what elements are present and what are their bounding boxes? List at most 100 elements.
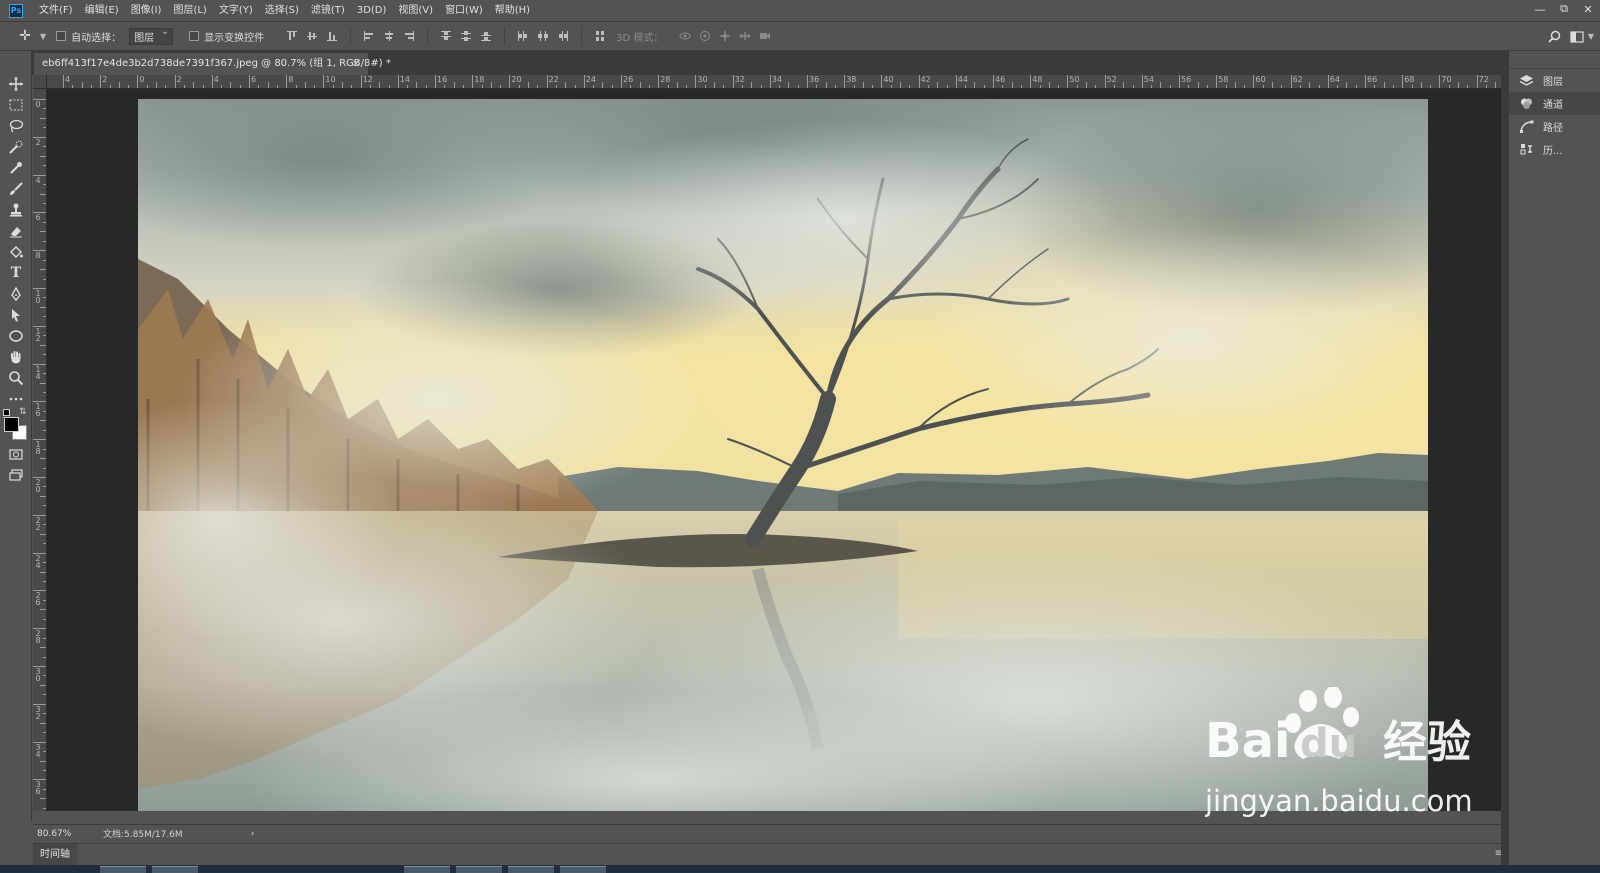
workspace-switcher-icon[interactable] <box>1566 26 1588 48</box>
menu-select[interactable]: 选择(S) <box>259 0 305 22</box>
ruler-minor-tick <box>342 82 343 88</box>
marquee-tool-icon[interactable] <box>0 94 32 115</box>
ruler-tick <box>1179 75 1180 88</box>
menu-3d[interactable]: 3D(D) <box>351 0 393 22</box>
chevron-down-icon[interactable]: ▼ <box>1588 32 1594 41</box>
move-tool-preset-icon[interactable]: ✛ <box>10 25 40 47</box>
ruler-minor-tick <box>43 580 46 582</box>
zoom-tool-icon[interactable] <box>0 367 32 388</box>
ruler-minor-tick <box>43 146 46 148</box>
menu-layer[interactable]: 图层(L) <box>167 0 212 22</box>
vertical-ruler[interactable]: 0 2 4 6 8 10 12 14 16 18 20 22 24 26 28 30 32 34 36 <box>33 89 47 811</box>
status-menu-chevron-icon[interactable]: › <box>251 829 255 839</box>
ruler-minor-tick <box>1299 85 1301 88</box>
panel-grip[interactable] <box>1509 51 1600 69</box>
menu-type[interactable]: 文字(Y) <box>213 0 259 22</box>
align-top-icon[interactable] <box>282 27 302 45</box>
eyedropper-tool-icon[interactable] <box>0 157 32 178</box>
ruler-minor-tick <box>40 117 46 119</box>
ruler-minor-tick <box>890 85 892 88</box>
ruler-minor-tick <box>43 732 46 734</box>
3d-camera-icon[interactable] <box>755 27 775 45</box>
close-icon[interactable]: ✕ <box>1576 0 1600 18</box>
3d-slide-icon[interactable] <box>735 27 755 45</box>
quick-mask-icon[interactable] <box>0 443 32 464</box>
pen-tool-icon[interactable] <box>0 283 32 304</box>
distribute-bottom-icon[interactable] <box>476 27 496 45</box>
quick-selection-tool-icon[interactable] <box>0 136 32 157</box>
menu-filter[interactable]: 滤镜(T) <box>305 0 351 22</box>
taskbar-button[interactable] <box>100 866 146 873</box>
menu-edit[interactable]: 编辑(E) <box>79 0 125 22</box>
3d-pan-icon[interactable] <box>715 27 735 45</box>
menu-help[interactable]: 帮助(H) <box>489 0 536 22</box>
panel-paths-label: 路径 <box>1543 123 1563 134</box>
ruler-minor-tick <box>1448 85 1450 88</box>
document-tab-title: eb6ff413f17e4de3b2d738de7391f367.jpeg @ … <box>42 58 391 69</box>
eraser-tool-icon[interactable] <box>0 220 32 241</box>
distribute-hcenter-icon[interactable] <box>533 27 553 45</box>
auto-select-checkbox[interactable] <box>56 31 67 41</box>
move-tool-icon[interactable] <box>0 73 32 94</box>
default-colors-icon[interactable] <box>3 409 10 416</box>
distribute-vcenter-icon[interactable] <box>456 27 476 45</box>
document-tab[interactable]: eb6ff413f17e4de3b2d738de7391f367.jpeg @ … <box>34 53 391 75</box>
3d-orbit-icon[interactable] <box>675 27 695 45</box>
horizontal-ruler[interactable]: 4 2 0 2 4 6 8 10 12 14 16 18 20 22 24 26 28 30 32 34 36 38 40 4… <box>47 75 1501 89</box>
ruler-minor-tick <box>193 82 195 88</box>
screen-mode-icon[interactable] <box>0 464 32 485</box>
minimize-icon[interactable]: — <box>1528 0 1552 18</box>
show-transform-checkbox[interactable] <box>189 31 200 41</box>
zoom-level-field[interactable]: 80.67% <box>33 829 73 839</box>
auto-select-target-dropdown[interactable]: 图层 <box>129 26 174 45</box>
taskbar-button[interactable] <box>152 866 198 873</box>
menu-file[interactable]: 文件(F) <box>33 0 79 22</box>
menu-view[interactable]: 视图(V) <box>392 0 439 22</box>
distribute-left-icon[interactable] <box>513 27 533 45</box>
align-right-icon[interactable] <box>399 27 419 45</box>
align-left-icon[interactable] <box>359 27 379 45</box>
ruler-label: 64 <box>1329 75 1340 84</box>
swap-colors-icon[interactable]: ⇅ <box>19 407 27 417</box>
search-icon[interactable] <box>1544 26 1566 48</box>
menu-image[interactable]: 图像(I) <box>125 0 168 22</box>
ruler-origin[interactable] <box>33 75 47 89</box>
paint-bucket-tool-icon[interactable] <box>0 241 32 262</box>
hand-tool-icon[interactable] <box>0 346 32 367</box>
panel-layers[interactable]: 图层 <box>1509 69 1600 92</box>
ruler-label: 8 <box>288 75 294 84</box>
tab-timeline[interactable]: 时间轴 <box>33 844 77 866</box>
type-tool-icon[interactable]: T <box>0 262 32 283</box>
ellipse-tool-icon[interactable] <box>0 325 32 346</box>
distribute-right-icon[interactable] <box>553 27 573 45</box>
auto-align-layers-icon[interactable] <box>590 27 610 45</box>
distribute-top-icon[interactable] <box>436 27 456 45</box>
align-hcenter-icon[interactable] <box>379 27 399 45</box>
clone-stamp-tool-icon[interactable] <box>0 199 32 220</box>
lasso-tool-icon[interactable] <box>0 115 32 136</box>
panel-history[interactable]: 历... <box>1509 138 1600 161</box>
taskbar-button[interactable] <box>456 866 502 873</box>
3d-roll-icon[interactable] <box>695 27 715 45</box>
toolbar-grip[interactable] <box>0 51 31 73</box>
foreground-color-swatch[interactable] <box>4 417 19 432</box>
panel-channels[interactable]: 通道 <box>1509 92 1600 115</box>
brush-tool-icon[interactable] <box>0 178 32 199</box>
taskbar-button[interactable] <box>560 866 606 873</box>
ruler-minor-tick <box>1160 82 1162 88</box>
menu-window[interactable]: 窗口(W) <box>439 0 489 22</box>
align-bottom-icon[interactable] <box>322 27 342 45</box>
ruler-minor-tick <box>230 82 232 88</box>
close-tab-icon[interactable]: × <box>352 53 360 75</box>
ruler-minor-tick <box>128 85 130 88</box>
taskbar-button[interactable] <box>508 866 554 873</box>
align-vcenter-icon[interactable] <box>302 27 322 45</box>
restore-icon[interactable]: ⧉ <box>1552 0 1576 18</box>
path-selection-tool-icon[interactable] <box>0 304 32 325</box>
taskbar-button[interactable] <box>404 866 450 873</box>
more-tools-icon[interactable] <box>0 388 32 409</box>
ruler-minor-tick <box>43 769 46 771</box>
panel-paths[interactable]: 路径 <box>1509 115 1600 138</box>
chevron-down-icon[interactable]: ▼ <box>40 32 46 41</box>
timeline-panel: 时间轴 ≡ <box>33 843 1507 866</box>
